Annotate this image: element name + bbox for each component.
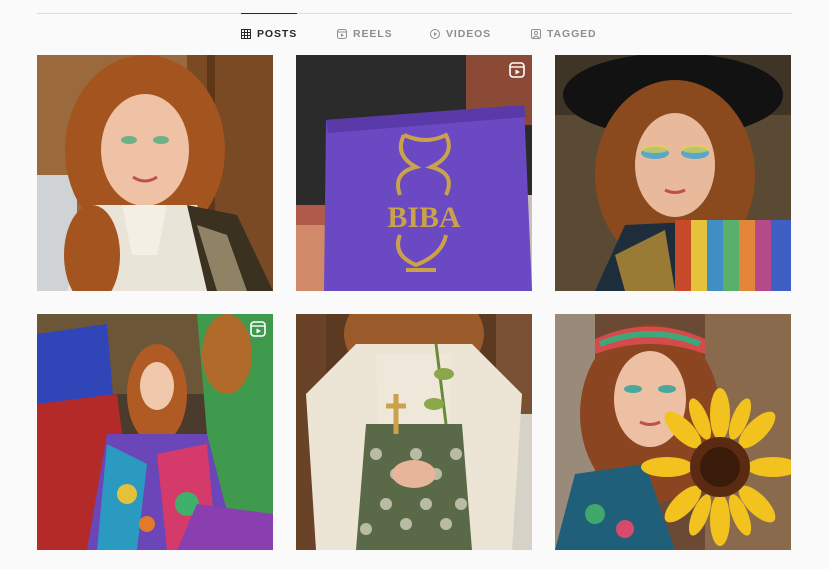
- post-photo-selfie-lace: [37, 55, 273, 291]
- book-title: BIBA: [387, 201, 461, 234]
- reels-icon: [337, 29, 347, 39]
- tab-videos[interactable]: VIDEOS: [430, 13, 491, 55]
- tab-reels[interactable]: REELS: [337, 13, 393, 55]
- tag-user-icon: [531, 29, 541, 39]
- tab-videos-label: VIDEOS: [446, 28, 492, 40]
- post-tile[interactable]: group-retro-fashion: [37, 314, 273, 550]
- post-photo-book: BIBA: [296, 55, 532, 291]
- tab-tagged-label: TAGGED: [547, 28, 597, 40]
- profile-posts-page: POSTS REELS VIDEOS TAGGED BIBA: [0, 0, 830, 569]
- tab-posts[interactable]: POSTS: [241, 13, 298, 55]
- play-circle-icon: [430, 29, 440, 39]
- post-photo-lace-dress: [296, 314, 532, 550]
- post-photo-sunflower: [555, 314, 791, 550]
- grid-icon: [241, 29, 251, 39]
- post-tile[interactable]: selfie-lace-blouse: [37, 55, 273, 291]
- reel-badge-icon: [250, 321, 266, 337]
- post-tile[interactable]: selfie-black-hat: [555, 55, 791, 291]
- post-tile[interactable]: BIBA purple-book: [296, 55, 532, 291]
- post-photo-group: [37, 314, 273, 550]
- reel-badge-icon: [509, 62, 525, 78]
- tab-tagged[interactable]: TAGGED: [531, 13, 597, 55]
- post-tile[interactable]: lace-blouse-brocade-dress: [296, 314, 532, 550]
- tab-posts-label: POSTS: [257, 28, 298, 40]
- post-photo-selfie-hat: [555, 55, 791, 291]
- tab-reels-label: REELS: [353, 28, 393, 40]
- profile-tabs: POSTS REELS VIDEOS TAGGED: [0, 13, 830, 55]
- post-tile[interactable]: selfie-sunflower: [555, 314, 791, 550]
